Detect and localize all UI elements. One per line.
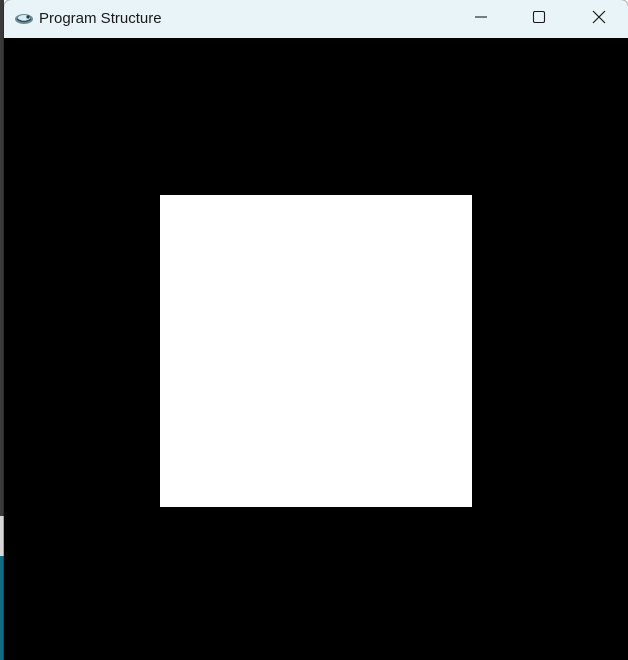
minimize-button[interactable] [452,0,510,38]
screen: Program Structure [0,0,628,660]
maximize-button[interactable] [510,0,568,38]
minimize-icon [474,10,488,29]
app-icon[interactable] [14,11,34,27]
application-window: Program Structure [4,0,628,660]
maximize-icon [532,10,546,29]
title-bar[interactable]: Program Structure [4,0,628,38]
close-icon [592,10,606,29]
client-area[interactable] [4,38,628,660]
window-title: Program Structure [39,10,162,27]
white-square-shape [160,195,472,507]
close-button[interactable] [570,0,628,38]
